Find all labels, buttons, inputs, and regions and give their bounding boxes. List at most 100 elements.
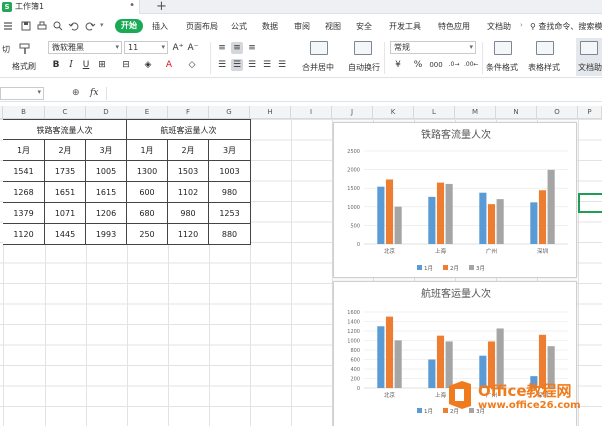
column-header[interactable]: D	[86, 106, 127, 119]
column-header[interactable]: K	[373, 106, 414, 119]
merge-cells-icon[interactable]: ⊟	[120, 59, 132, 71]
tab-security[interactable]: 安全	[356, 21, 372, 32]
table-month-header[interactable]: 2月	[45, 140, 86, 161]
table-cell[interactable]: 1445	[45, 224, 86, 245]
table-month-header[interactable]: 1月	[3, 140, 45, 161]
align-center-icon[interactable]: ☰	[231, 59, 243, 71]
doc-helper-panel-button[interactable]: 文档助	[576, 38, 602, 76]
table-cell[interactable]: 1735	[45, 161, 86, 182]
table-month-header[interactable]: 2月	[168, 140, 209, 161]
font-color-icon[interactable]: A	[163, 59, 175, 71]
print-preview-icon[interactable]	[52, 20, 64, 32]
document-tab[interactable]: S 工作簿1 •	[0, 0, 140, 14]
table-cell[interactable]: 1120	[168, 224, 209, 245]
currency-icon[interactable]: ¥	[392, 59, 404, 71]
table-cell[interactable]: 1541	[3, 161, 45, 182]
column-header[interactable]: P	[578, 106, 602, 119]
fill-color-icon[interactable]: ◈	[142, 59, 154, 71]
tab-insert[interactable]: 插入	[152, 21, 168, 32]
font-name-select[interactable]: 微软雅黑 ▾	[48, 41, 122, 54]
insert-function-button[interactable]: fx	[90, 88, 98, 98]
bold-icon[interactable]: B	[50, 59, 62, 71]
formula-input[interactable]	[106, 87, 602, 100]
distributed-icon[interactable]: ☰	[276, 59, 288, 71]
table-cell[interactable]: 1993	[86, 224, 127, 245]
zoom-formula-icon[interactable]: ⊕	[72, 88, 80, 98]
italic-icon[interactable]: I	[65, 59, 77, 71]
tab-start[interactable]: 开始	[115, 19, 143, 33]
column-header[interactable]: B	[3, 106, 45, 119]
tab-formula[interactable]: 公式	[231, 21, 247, 32]
column-header[interactable]: N	[496, 106, 537, 119]
table-cell[interactable]: 1379	[3, 203, 45, 224]
table-group-header-rail[interactable]: 铁路客流量人次	[3, 119, 127, 140]
save-icon[interactable]	[20, 20, 32, 32]
percent-button[interactable]: %	[412, 59, 424, 71]
column-header[interactable]: I	[291, 106, 332, 119]
new-tab-plus-icon[interactable]: +	[156, 0, 167, 14]
align-right-icon[interactable]: ☰	[246, 59, 258, 71]
clear-format-icon[interactable]: ◇	[186, 59, 198, 71]
table-cell[interactable]: 980	[168, 203, 209, 224]
tab-data[interactable]: 数据	[262, 21, 278, 32]
table-cell[interactable]: 600	[127, 182, 168, 203]
tab-doc-helper[interactable]: 文档助	[487, 21, 511, 32]
tab-review[interactable]: 审阅	[294, 21, 310, 32]
table-cell[interactable]: 980	[209, 182, 251, 203]
border-icon[interactable]: ⊞	[96, 59, 108, 71]
align-top-icon[interactable]: ≡	[216, 42, 228, 54]
thousands-button[interactable]: 000	[428, 59, 444, 71]
table-cell[interactable]: 1651	[45, 182, 86, 203]
align-bottom-icon[interactable]: ≡	[246, 42, 258, 54]
wrap-text-button[interactable]: 自动换行	[348, 62, 380, 73]
align-left-icon[interactable]: ☰	[216, 59, 228, 71]
table-cell[interactable]: 1071	[45, 203, 86, 224]
table-cell[interactable]: 1120	[3, 224, 45, 245]
column-header[interactable]: O	[537, 106, 578, 119]
align-middle-icon[interactable]: ≡	[231, 42, 243, 54]
conditional-format-icon[interactable]	[494, 41, 512, 55]
font-size-select[interactable]: 11 ▾	[124, 41, 168, 54]
table-cell[interactable]: 1615	[86, 182, 127, 203]
increase-font-icon[interactable]: A⁺	[172, 42, 184, 54]
table-group-header-flight[interactable]: 航班客运量人次	[127, 119, 251, 140]
tab-developer[interactable]: 开发工具	[389, 21, 421, 32]
rail-chart[interactable]: 铁路客流量人次 0 500 1000 1500 2000 2500 北京 上海 广州 深圳 1月 2月 3…	[333, 122, 577, 278]
justify-icon[interactable]: ☰	[261, 59, 273, 71]
cut-button[interactable]: 切	[2, 44, 10, 55]
number-format-select[interactable]: 常规 ▾	[390, 41, 476, 54]
format-painter-button[interactable]: 格式刷	[12, 61, 36, 72]
table-cell[interactable]: 1253	[209, 203, 251, 224]
close-tab-icon[interactable]: •	[129, 0, 135, 11]
name-box[interactable]: ▾	[0, 87, 44, 100]
table-month-header[interactable]: 1月	[127, 140, 168, 161]
merge-center-button[interactable]: 合并居中	[302, 62, 334, 73]
print-icon[interactable]	[36, 20, 48, 32]
tab-view[interactable]: 视图	[325, 21, 341, 32]
decrease-font-icon[interactable]: A⁻	[187, 42, 199, 54]
merge-center-icon[interactable]	[310, 41, 328, 55]
column-header[interactable]: H	[250, 106, 291, 119]
quick-access-more-icon[interactable]: ▾	[100, 21, 104, 29]
column-header[interactable]: F	[168, 106, 209, 119]
wrap-text-icon[interactable]	[354, 41, 372, 55]
menu-hamburger-icon[interactable]	[2, 20, 14, 32]
tab-special[interactable]: 特色应用	[438, 21, 470, 32]
selected-cell[interactable]	[578, 193, 602, 213]
column-header[interactable]: M	[455, 106, 496, 119]
table-cell[interactable]: 1206	[86, 203, 127, 224]
table-cell[interactable]: 1300	[127, 161, 168, 182]
table-style-button[interactable]: 表格样式	[528, 62, 560, 73]
command-search[interactable]: ⚲ 查找命令、搜索模	[530, 21, 602, 32]
table-cell[interactable]: 680	[127, 203, 168, 224]
conditional-format-button[interactable]: 条件格式	[486, 62, 518, 73]
table-cell[interactable]: 1005	[86, 161, 127, 182]
table-month-header[interactable]: 3月	[86, 140, 127, 161]
decrease-decimal-icon[interactable]: .00←	[464, 59, 479, 71]
column-header[interactable]: C	[45, 106, 86, 119]
table-month-header[interactable]: 3月	[209, 140, 251, 161]
increase-decimal-icon[interactable]: .0→	[448, 59, 460, 71]
underline-icon[interactable]: U	[80, 59, 92, 71]
column-header[interactable]: G	[209, 106, 250, 119]
table-cell[interactable]: 1268	[3, 182, 45, 203]
